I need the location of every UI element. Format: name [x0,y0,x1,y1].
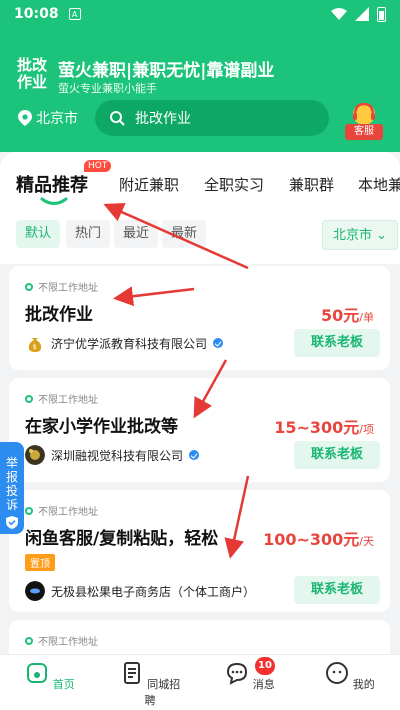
status-time: 10:08 [14,6,59,22]
job-location-text: 不限工作地址 [38,395,98,406]
company-info: $ 济宁优学派教育科技有限公司 [25,333,224,353]
job-location-text: 不限工作地址 [38,637,98,648]
company-info: 深圳融视觉科技有限公司 [25,445,200,465]
job-salary: 50元/单 [321,302,374,326]
contact-boss-button[interactable]: 联系老板 [294,329,380,357]
svg-text:$: $ [33,343,37,351]
job-location-text: 不限工作地址 [38,507,98,518]
message-count-badge: 10 [255,657,275,675]
company-name: 济宁优学派教育科技有限公司 [51,336,208,351]
job-title: 闲鱼客服/复制粘贴，轻松 [25,529,219,549]
smiley-face-icon [326,662,349,684]
svg-text:作业: 作业 [17,73,47,90]
logo-mark: 批改 作业 [17,56,48,91]
customer-service-button[interactable]: 客服 [345,100,383,144]
verified-icon [213,338,224,348]
customer-service-label: 客服 [345,124,383,140]
company-name: 深圳融视觉科技有限公司 [51,448,184,463]
company-info: 无极县松果电子商务店（个体工商户） [25,581,255,601]
report-complaint-tab[interactable]: 举报投诉 [0,442,24,534]
location-dot-icon [25,636,33,645]
signal-icon [355,7,369,21]
app-screen: 10:08 A 批改 作业 萤火兼职|兼职无忧|靠谱副业 萤火专业兼职小能手 北… [0,0,400,710]
city-label: 北京市 [36,111,78,127]
location-pin-icon [18,110,32,126]
category-tabs: 精品推荐 HOT 附近兼职 全职实习 兼职群 本地兼 默认 热门 最近 最新 北… [0,152,400,264]
nav-profile-label: 我的 [352,678,375,691]
tab-fulltime-intern[interactable]: 全职实习 [204,174,264,195]
svg-text:批改: 批改 [17,56,48,74]
filter-default[interactable]: 默认 [16,220,61,248]
app-slogan: 萤火兼职|兼职无忧|靠谱副业 [58,61,275,81]
tab-groups[interactable]: 兼职群 [289,174,334,195]
nav-home[interactable]: 首页 [15,661,85,692]
pinned-tag: 置顶 [25,554,55,571]
search-bar[interactable]: 批改作业 [95,100,329,136]
city-selector[interactable]: 北京市 [18,108,78,128]
company-name: 无极县松果电子商务店（个体工商户） [51,584,256,599]
salary-unit: /单 [359,311,374,324]
document-icon [123,662,140,684]
job-location-text: 不限工作地址 [38,283,98,294]
job-location: 不限工作地址 [25,279,98,294]
search-icon [110,111,125,126]
report-label: 举报投诉 [5,456,18,512]
job-card[interactable]: 不限工作地址 批改作业 50元/单 $ 济宁优学派教育科技有限公司 联系老板 [9,266,390,370]
content-area: 精品推荐 HOT 附近兼职 全职实习 兼职群 本地兼 默认 热门 最近 最新 北… [0,152,400,654]
money-bag-icon: $ [28,338,42,352]
tab-nearby[interactable]: 附近兼职 [119,174,179,195]
company-avatar-icon [25,445,45,465]
app-header: 批改 作业 萤火兼职|兼职无忧|靠谱副业 萤火专业兼职小能手 北京市 批改作业 … [0,28,400,152]
job-title: 批改作业 [25,305,93,325]
nav-local-jobs[interactable]: 同城招聘 [115,661,185,708]
app-subslogan: 萤火专业兼职小能手 [58,82,157,95]
app-logo: 批改 作业 [16,54,52,91]
location-dot-icon [25,282,33,291]
salary-value: 15~300元 [274,418,360,437]
chat-bubble-icon [227,662,248,685]
status-bar: 10:08 A [0,0,400,28]
verified-icon [189,450,200,460]
shield-icon [6,516,18,529]
job-card[interactable]: 不限工作地址 在家小学作业批改等 15~300元/项 深圳融视觉科技有限公司 联… [9,378,390,482]
job-card[interactable]: 不限工作地址 闲鱼客服/复制粘贴，轻松 100~300元/天 置顶 无极县松果电… [9,490,390,612]
bottom-navigation: 首页 同城招聘 10 消息 我的 [0,654,400,710]
nav-profile[interactable]: 我的 [315,661,385,692]
location-dot-icon [25,394,33,403]
job-location: 不限工作地址 [25,391,98,406]
battery-icon [377,6,386,22]
salary-unit: /项 [359,423,374,436]
job-salary: 15~300元/项 [274,414,374,438]
notification-icon: A [68,8,81,20]
job-location: 不限工作地址 [25,503,98,518]
salary-value: 100~300元 [263,530,360,549]
company-avatar-icon [25,581,45,601]
job-location: 不限工作地址 [25,633,98,648]
location-dot-icon [25,506,33,515]
status-icons [331,6,386,22]
home-icon [27,663,48,683]
nav-local-jobs-label: 同城招聘 [144,678,181,707]
city-filter-dropdown[interactable]: 北京市 ⌄ [322,220,399,250]
filter-hot[interactable]: 热门 [66,220,111,248]
wifi-icon [331,8,347,20]
filter-recent[interactable]: 最近 [114,220,159,248]
tab-local[interactable]: 本地兼 [358,174,400,195]
active-tab-indicator [40,197,68,205]
nav-messages[interactable]: 10 消息 [215,657,285,692]
tab-featured[interactable]: 精品推荐 [16,171,88,197]
nav-home-label: 首页 [52,678,75,691]
job-salary: 100~300元/天 [263,526,374,550]
search-text: 批改作业 [135,111,191,127]
nav-messages-label: 消息 [252,678,275,691]
contact-boss-button[interactable]: 联系老板 [294,576,380,604]
filter-newest[interactable]: 最新 [162,220,207,248]
salary-value: 50元 [321,306,360,325]
contact-boss-button[interactable]: 联系老板 [294,441,380,469]
job-title: 在家小学作业批改等 [25,417,178,437]
job-card[interactable]: 不限工作地址 [9,620,390,654]
hot-badge: HOT [84,160,112,172]
salary-unit: /天 [359,535,374,548]
